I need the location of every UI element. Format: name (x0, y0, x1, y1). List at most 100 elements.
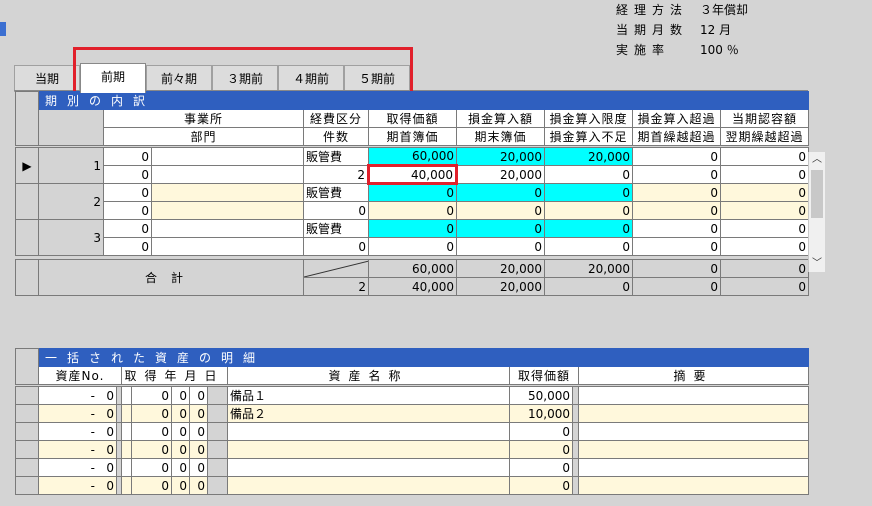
close-cell[interactable]: 0 (456, 237, 545, 256)
asset-year-cell[interactable]: 0 (131, 458, 172, 477)
asset-month-cell[interactable]: 0 (171, 440, 190, 459)
office-name-cell[interactable] (151, 183, 304, 202)
asset-memo-cell[interactable] (577, 386, 810, 405)
office-cell[interactable]: 0 (103, 219, 152, 238)
asset-name-cell[interactable] (227, 458, 510, 477)
deduct-cell[interactable]: 0 (456, 183, 545, 202)
allow-cell[interactable]: 0 (719, 183, 810, 202)
excess-cell[interactable]: 0 (632, 219, 721, 238)
tab-current[interactable]: 当期 (14, 65, 80, 92)
dept-cell[interactable]: 0 (103, 201, 152, 220)
no-header (38, 109, 104, 146)
asset-month-cell[interactable]: 0 (171, 458, 190, 477)
dept-name-cell[interactable] (151, 237, 304, 256)
asset-month-cell[interactable]: 0 (171, 476, 190, 495)
asset-price-cell[interactable]: 0 (509, 440, 573, 459)
count-cell[interactable]: 2 (303, 165, 369, 184)
asset-price-cell[interactable]: 0 (509, 422, 573, 441)
dept-cell[interactable]: 0 (103, 165, 152, 184)
asset-no-cell[interactable]: - 0 (38, 422, 117, 441)
asset-name-cell[interactable]: 備品１ (227, 386, 510, 405)
asset-year-cell[interactable]: 0 (131, 422, 172, 441)
scroll-thumb[interactable] (811, 170, 823, 218)
deduct-cell[interactable]: 0 (456, 219, 545, 238)
fwd-open-cell[interactable]: 0 (632, 201, 721, 220)
limit-cell[interactable]: 0 (544, 183, 633, 202)
count-cell[interactable]: 0 (303, 201, 369, 220)
fwd-next-cell[interactable]: 0 (719, 237, 810, 256)
dept-name-cell[interactable] (151, 165, 304, 184)
short-cell[interactable]: 0 (544, 237, 633, 256)
acq-cell[interactable]: 60,000 (368, 147, 457, 166)
asset-memo-cell[interactable] (577, 422, 810, 441)
asset-name-cell[interactable] (227, 440, 510, 459)
excess-cell[interactable]: 0 (632, 147, 721, 166)
asset-price-cell[interactable]: 50,000 (509, 386, 573, 405)
asset-day-cell[interactable]: 0 (189, 386, 208, 405)
office-cell[interactable]: 0 (103, 147, 152, 166)
asset-year-cell[interactable]: 0 (131, 404, 172, 423)
tab-previous[interactable]: 前期 (80, 63, 146, 93)
limit-cell[interactable]: 20,000 (544, 147, 633, 166)
asset-price-cell[interactable]: 0 (509, 476, 573, 495)
excess-cell[interactable]: 0 (632, 183, 721, 202)
dept-cell[interactable]: 0 (103, 237, 152, 256)
open-book-value-cell[interactable]: 0 (368, 237, 457, 256)
asset-memo-cell[interactable] (577, 440, 810, 459)
limit-cell[interactable]: 0 (544, 219, 633, 238)
fwd-open-cell[interactable]: 0 (632, 165, 721, 184)
open-book-value-cell[interactable]: 0 (368, 201, 457, 220)
asset-month-cell[interactable]: 0 (171, 386, 190, 405)
asset-day-cell[interactable]: 0 (189, 422, 208, 441)
allow-cell[interactable]: 0 (719, 219, 810, 238)
asset-no-cell[interactable]: - 0 (38, 458, 117, 477)
category-cell[interactable]: 販管費 (303, 183, 369, 202)
category-cell[interactable]: 販管費 (303, 219, 369, 238)
office-name-cell[interactable] (151, 147, 304, 166)
asset-year-cell[interactable]: 0 (131, 440, 172, 459)
scroll-up-icon[interactable]: ︿ (809, 152, 825, 168)
open-book-value-cell[interactable]: 40,000 (367, 164, 458, 185)
asset-memo-cell[interactable] (577, 458, 810, 477)
acq-cell[interactable]: 0 (368, 183, 457, 202)
asset-date-spacer (121, 422, 132, 441)
asset-month-cell[interactable]: 0 (171, 422, 190, 441)
asset-year-cell[interactable]: 0 (131, 386, 172, 405)
category-cell[interactable]: 販管費 (303, 147, 369, 166)
asset-name-cell[interactable] (227, 476, 510, 495)
asset-price-cell[interactable]: 10,000 (509, 404, 573, 423)
dept-name-cell[interactable] (151, 201, 304, 220)
asset-day-cell[interactable]: 0 (189, 404, 208, 423)
asset-day-cell[interactable]: 0 (189, 476, 208, 495)
asset-price-cell[interactable]: 0 (509, 458, 573, 477)
fwd-next-cell[interactable]: 0 (719, 201, 810, 220)
asset-no-cell[interactable]: - 0 (38, 386, 117, 405)
close-cell[interactable]: 0 (456, 201, 545, 220)
asset-memo-cell[interactable] (577, 476, 810, 495)
count-cell[interactable]: 0 (303, 237, 369, 256)
asset-day-cell[interactable]: 0 (189, 440, 208, 459)
fwd-next-cell[interactable]: 0 (719, 165, 810, 184)
short-cell[interactable]: 0 (544, 201, 633, 220)
asset-no-cell[interactable]: - 0 (38, 440, 117, 459)
vertical-scrollbar[interactable]: ︿ ﹀ (808, 152, 825, 272)
asset-name-cell[interactable]: 備品２ (227, 404, 510, 423)
office-name-cell[interactable] (151, 219, 304, 238)
deduct-cell[interactable]: 20,000 (456, 147, 545, 166)
asset-memo-cell[interactable] (577, 404, 810, 423)
office-cell[interactable]: 0 (103, 183, 152, 202)
close-cell[interactable]: 20,000 (456, 165, 545, 184)
fwd-open-cell[interactable]: 0 (632, 237, 721, 256)
allow-cell[interactable]: 0 (719, 147, 810, 166)
months-label: 当期月数 (616, 23, 689, 37)
scroll-down-icon[interactable]: ﹀ (809, 256, 825, 272)
asset-month-cell[interactable]: 0 (171, 404, 190, 423)
asset-year-cell[interactable]: 0 (131, 476, 172, 495)
asset-name-cell[interactable] (227, 422, 510, 441)
asset-no-cell[interactable]: - 0 (38, 404, 117, 423)
asset-no-cell[interactable]: - 0 (38, 476, 117, 495)
short-cell[interactable]: 0 (544, 165, 633, 184)
acq-cell[interactable]: 0 (368, 219, 457, 238)
asset-no-dash: - (90, 388, 95, 403)
asset-day-cell[interactable]: 0 (189, 458, 208, 477)
